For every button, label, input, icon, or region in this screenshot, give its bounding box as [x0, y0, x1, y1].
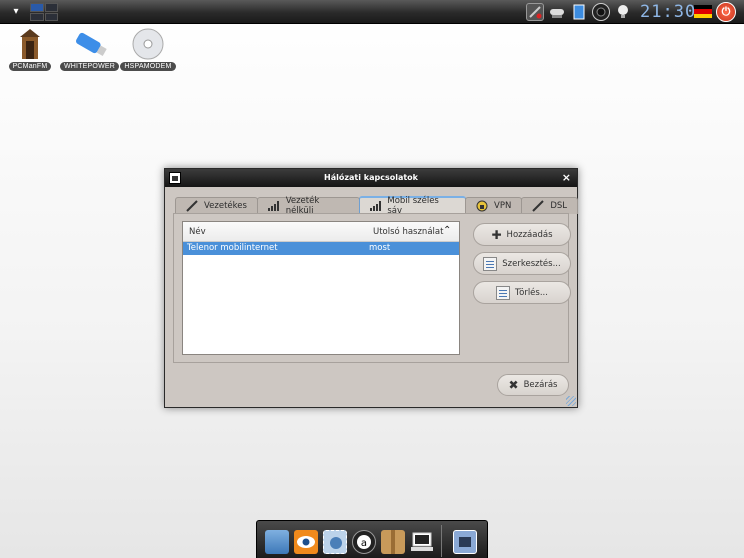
- documents-icon[interactable]: [570, 3, 588, 21]
- dock-separator: [441, 525, 442, 557]
- svg-text:a: a: [361, 538, 367, 549]
- tab-dsl[interactable]: DSL: [521, 197, 578, 214]
- delete-button-label: Törlés...: [515, 287, 548, 298]
- window-close-icon[interactable]: ×: [562, 169, 571, 187]
- window-title: Hálózati kapcsolatok: [324, 173, 418, 182]
- package-icon[interactable]: [381, 530, 405, 554]
- amarok-icon[interactable]: a: [352, 530, 376, 554]
- workspace-1[interactable]: [30, 3, 44, 12]
- wired-plug-icon: [186, 200, 198, 212]
- menu-arrow-icon[interactable]: ▾: [8, 4, 24, 20]
- top-panel: ▾ 21:30 ⏻: [0, 0, 744, 24]
- document-edit-icon: [483, 256, 498, 271]
- tab-wireless[interactable]: Vezeték nélküli: [256, 196, 360, 216]
- network-connections-window: Hálózati kapcsolatok × Vezetékes Vezeték…: [164, 168, 578, 408]
- resize-grip-icon[interactable]: [566, 396, 576, 406]
- desktop-icon-hspamodem[interactable]: HSPAMODEM: [120, 27, 176, 71]
- add-button[interactable]: ✚ Hozzáadás: [473, 223, 571, 246]
- connections-list[interactable]: Név Utolsó használat ⌃ Telenor mobilinte…: [182, 221, 460, 355]
- vpn-lock-icon: [476, 200, 488, 212]
- network-config-icon[interactable]: [453, 530, 477, 554]
- row-last-used: most: [369, 243, 391, 253]
- usb-drive-icon: [70, 27, 107, 61]
- list-item[interactable]: Telenor mobilinternet most: [183, 242, 459, 255]
- bulb-icon[interactable]: [614, 3, 632, 21]
- wired-plug-icon: [532, 200, 545, 212]
- eye-icon[interactable]: [294, 530, 318, 554]
- window-titlebar[interactable]: Hálózati kapcsolatok ×: [165, 169, 577, 187]
- system-tray: [526, 2, 632, 22]
- edit-button[interactable]: Szerkesztés...: [473, 252, 571, 275]
- tab-label: DSL: [550, 201, 567, 211]
- network-disconnected-icon[interactable]: [526, 3, 544, 21]
- workspace-pager-icon[interactable]: [30, 3, 58, 21]
- tab-panel: Név Utolsó használat ⌃ Telenor mobilinte…: [173, 213, 571, 363]
- close-button[interactable]: ✖ Bezárás: [497, 374, 569, 396]
- list-header: Név Utolsó használat ⌃: [183, 222, 459, 242]
- desktop-icon-label: WHITEPOWER: [60, 62, 119, 71]
- tab-wired[interactable]: Vezetékes: [175, 197, 258, 214]
- row-name: Telenor mobilinternet: [187, 243, 278, 253]
- speaker-icon[interactable]: [592, 3, 610, 21]
- outhouse-icon: [12, 27, 48, 61]
- desktop-icon-pcmanfm[interactable]: PCManFM: [2, 27, 58, 71]
- workspace-4[interactable]: [44, 12, 58, 21]
- tab-label: VPN: [494, 201, 512, 211]
- power-icon[interactable]: ⏻: [716, 2, 736, 22]
- signal-bars-icon: [267, 201, 279, 211]
- desktop-icon-whitepower[interactable]: WHITEPOWER: [60, 27, 119, 71]
- tab-mobile-broadband[interactable]: Mobil széles sáv: [358, 196, 466, 216]
- mail-stamp-icon[interactable]: [323, 530, 347, 554]
- desktop-icon-label: HSPAMODEM: [120, 62, 176, 71]
- plus-icon: ✚: [491, 227, 502, 242]
- document-delete-icon: [496, 285, 511, 300]
- clock[interactable]: 21:30: [640, 0, 696, 24]
- add-button-label: Hozzáadás: [506, 229, 553, 240]
- tab-vpn[interactable]: VPN: [465, 197, 523, 214]
- window-menu-icon[interactable]: [169, 172, 181, 184]
- folder-icon[interactable]: [265, 530, 289, 554]
- cd-icon: [130, 27, 166, 61]
- laptop-icon[interactable]: [410, 530, 434, 554]
- tab-label: Vezetékes: [204, 201, 247, 211]
- signal-bars-icon: [369, 201, 381, 211]
- column-header-name[interactable]: Név: [189, 227, 206, 237]
- dock: a: [256, 520, 488, 558]
- edit-button-label: Szerkesztés...: [502, 258, 561, 269]
- close-x-icon: ✖: [508, 378, 519, 392]
- close-button-label: Bezárás: [523, 380, 558, 390]
- desktop-icon-label: PCManFM: [8, 62, 52, 71]
- workspace-3[interactable]: [30, 12, 44, 21]
- workspace-2[interactable]: [44, 3, 58, 12]
- sort-ascending-icon[interactable]: ⌃: [443, 225, 451, 236]
- german-flag-icon[interactable]: [694, 5, 712, 18]
- wired-network-icon[interactable]: [548, 3, 566, 21]
- column-header-last-used[interactable]: Utolsó használat: [373, 227, 443, 237]
- tab-bar: Vezetékes Vezeték nélküli Mobil széles s…: [175, 196, 578, 216]
- delete-button[interactable]: Törlés...: [473, 281, 571, 304]
